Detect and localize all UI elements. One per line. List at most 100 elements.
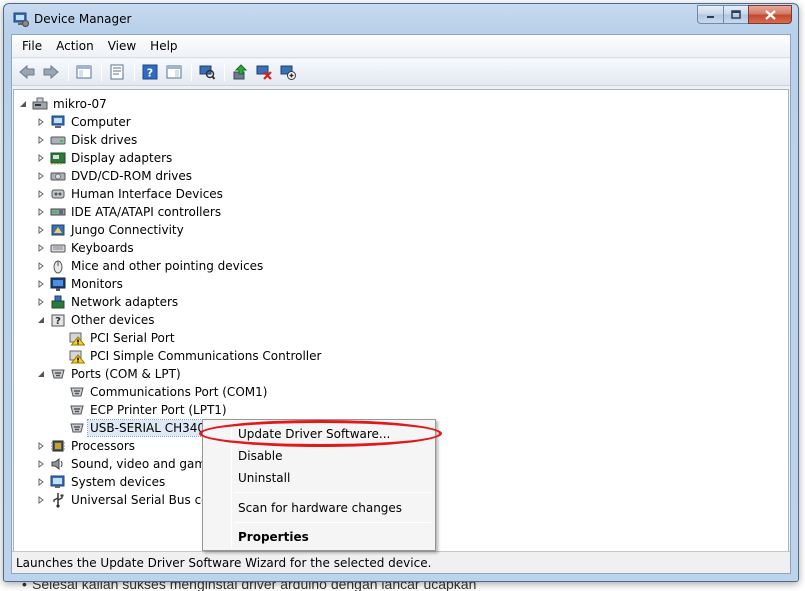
tree-item-label: Monitors — [71, 277, 123, 291]
tree-item-jungo-connectivity[interactable]: Jungo Connectivity — [36, 221, 186, 239]
tree-item-display-adapters[interactable]: Display adapters — [36, 149, 174, 167]
dvd-drive-icon — [50, 168, 66, 184]
back-button[interactable] — [16, 61, 38, 83]
collapsed-arrow-icon[interactable] — [36, 495, 46, 505]
scan-hardware-button[interactable] — [196, 61, 218, 83]
tree-item-monitors[interactable]: Monitors — [36, 275, 125, 293]
caption-buttons — [697, 5, 792, 24]
collapsed-arrow-icon[interactable] — [36, 117, 46, 127]
collapsed-arrow-icon[interactable] — [36, 153, 46, 163]
collapsed-arrow-icon[interactable] — [36, 477, 46, 487]
toolbar-separator — [224, 63, 225, 81]
tree-item-communications-port-com1[interactable]: Communications Port (COM1) — [55, 383, 269, 401]
collapsed-arrow-icon[interactable] — [36, 225, 46, 235]
expanded-arrow-icon[interactable] — [18, 99, 28, 109]
menu-file[interactable]: File — [15, 39, 49, 53]
minimize-button[interactable] — [697, 5, 723, 24]
tree-item-system-devices[interactable]: System devices — [36, 473, 167, 491]
collapsed-arrow-icon[interactable] — [36, 441, 46, 451]
tree-item-label: Disk drives — [71, 133, 138, 147]
properties-button[interactable] — [106, 61, 128, 83]
tree-item-other-devices[interactable]: ? Other devices — [36, 311, 157, 329]
tree-item-network-adapters[interactable]: Network adapters — [36, 293, 180, 311]
collapsed-arrow-icon[interactable] — [36, 171, 46, 181]
tree-item-label: Jungo Connectivity — [71, 223, 184, 237]
tree-item-ide-ata-atapi-controllers[interactable]: IDE ATA/ATAPI controllers — [36, 203, 223, 221]
help-icon: ? — [142, 64, 158, 80]
warning-device-icon — [69, 330, 85, 346]
menu-disable[interactable]: Disable — [205, 445, 433, 467]
tree-item-label: Computer — [71, 115, 131, 129]
network-adapter-icon — [50, 294, 66, 310]
disk-drive-icon — [50, 132, 66, 148]
collapsed-arrow-icon[interactable] — [36, 243, 46, 253]
warning-device-icon — [69, 348, 85, 364]
tree-item-label: Mice and other pointing devices — [71, 259, 264, 273]
tree-item-dvd-cd-rom-drives[interactable]: DVD/CD-ROM drives — [36, 167, 194, 185]
monitor-icon — [50, 276, 66, 292]
tree-item-disk-drives[interactable]: Disk drives — [36, 131, 139, 149]
tree-item-pci-simple-communications-controller[interactable]: PCI Simple Communications Controller — [55, 347, 323, 365]
collapsed-arrow-icon[interactable] — [36, 189, 46, 199]
help-button[interactable]: ? — [139, 61, 161, 83]
menu-view[interactable]: View — [101, 39, 143, 53]
menu-uninstall[interactable]: Uninstall — [205, 467, 433, 489]
keyboard-icon — [50, 240, 66, 256]
svg-text:?: ? — [55, 316, 61, 327]
tree-item-mice-and-other-pointing-devices[interactable]: Mice and other pointing devices — [36, 257, 265, 275]
collapsed-arrow-icon[interactable] — [36, 261, 46, 271]
tree-item-ecp-printer-port-lpt1[interactable]: ECP Printer Port (LPT1) — [55, 401, 229, 419]
tree-item-ports-com-lpt[interactable]: Ports (COM & LPT) — [36, 365, 183, 383]
show-hide-console-tree-button[interactable] — [73, 61, 95, 83]
tree-item-label: ECP Printer Port (LPT1) — [90, 403, 227, 417]
collapsed-arrow-icon[interactable] — [36, 135, 46, 145]
title-bar[interactable]: Device Manager — [4, 4, 798, 34]
uninstall-button[interactable] — [253, 61, 275, 83]
update-driver-button[interactable] — [229, 61, 251, 83]
tree-item-keyboards[interactable]: Keyboards — [36, 239, 136, 257]
tree-root[interactable]: mikro-07 — [18, 95, 109, 113]
forward-button[interactable] — [40, 61, 62, 83]
toolbar: ? — [12, 59, 790, 86]
expanded-arrow-icon[interactable] — [36, 315, 46, 325]
enable-icon — [280, 65, 296, 80]
other-devices-icon: ? — [50, 312, 66, 328]
mouse-icon — [50, 258, 66, 274]
menu-separator — [234, 492, 431, 493]
menu-scan-hardware[interactable]: Scan for hardware changes — [205, 497, 433, 519]
menu-bar: File Action View Help — [12, 35, 790, 58]
uninstall-icon — [256, 65, 272, 80]
tree-item-pci-serial-port[interactable]: PCI Serial Port — [55, 329, 177, 347]
maximize-icon — [731, 10, 741, 19]
tree-item-processors[interactable]: Processors — [36, 437, 137, 455]
collapsed-arrow-icon[interactable] — [36, 279, 46, 289]
display-adapter-icon — [50, 150, 66, 166]
toolbar-separator — [101, 63, 102, 81]
tree-item-label: DVD/CD-ROM drives — [71, 169, 193, 183]
collapsed-arrow-icon[interactable] — [36, 297, 46, 307]
usb-controller-icon — [50, 492, 66, 508]
menu-properties[interactable]: Properties — [205, 526, 433, 548]
tree-item-computer[interactable]: Computer — [36, 113, 133, 131]
back-icon — [19, 64, 35, 80]
toolbar-separator — [134, 63, 135, 81]
collapsed-arrow-icon[interactable] — [36, 207, 46, 217]
tree-item-label: Ports (COM & LPT) — [71, 367, 181, 381]
maximize-button[interactable] — [723, 5, 748, 24]
properties-icon — [110, 64, 124, 80]
close-button[interactable] — [748, 5, 792, 24]
action-pane-button[interactable] — [163, 61, 185, 83]
collapsed-arrow-icon[interactable] — [36, 459, 46, 469]
expanded-arrow-icon[interactable] — [36, 369, 46, 379]
tree-item-human-interface-devices[interactable]: Human Interface Devices — [36, 185, 225, 203]
menu-action[interactable]: Action — [49, 39, 101, 53]
enable-device-button[interactable] — [277, 61, 299, 83]
computer-icon — [50, 114, 66, 130]
menu-help[interactable]: Help — [143, 39, 184, 53]
menu-update-driver-software[interactable]: Update Driver Software... — [205, 423, 433, 445]
